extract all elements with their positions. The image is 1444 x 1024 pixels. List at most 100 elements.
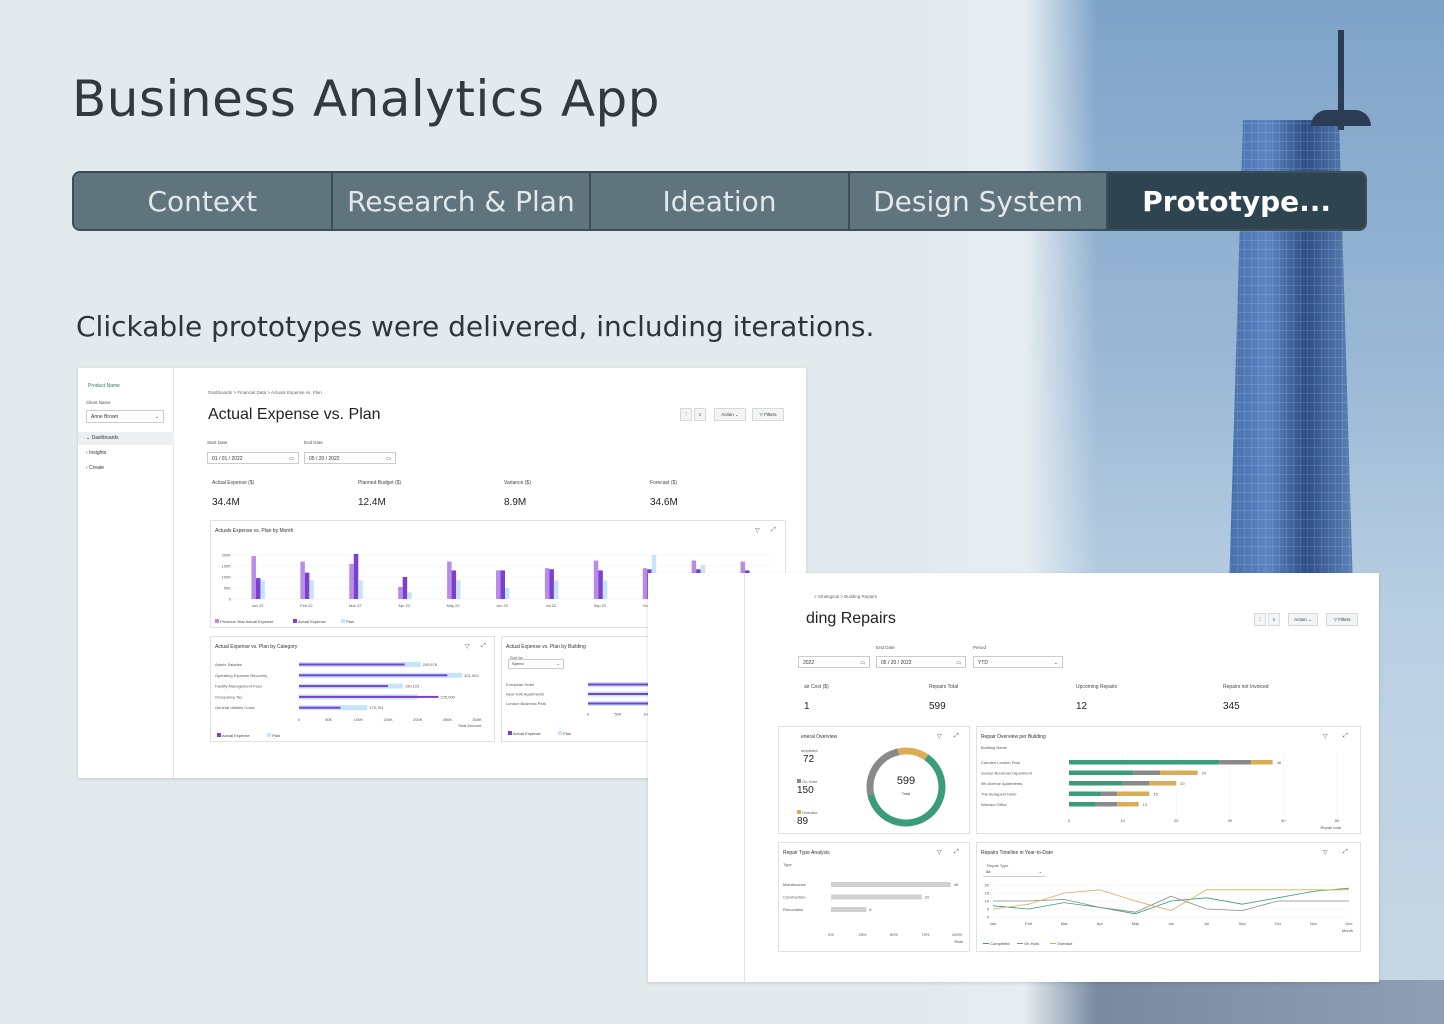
tab-context[interactable]: Context	[74, 173, 333, 229]
bar-value-label: 20	[1180, 781, 1185, 786]
row-label: New York Apartments	[506, 692, 544, 697]
stack-segment	[1219, 760, 1252, 765]
tab-ideation[interactable]: Ideation	[591, 173, 850, 229]
section-subtitle: Clickable prototypes were delivered, inc…	[76, 310, 875, 343]
client-select[interactable]: Anne Brown ⌄	[86, 410, 164, 423]
repair-per-building-card: Repair Overview per Building ▽ ⤢ Buildin…	[976, 726, 1361, 834]
bar	[300, 561, 305, 599]
list-view-icon[interactable]: ≡	[1268, 613, 1280, 626]
bar	[831, 894, 922, 900]
tab-research-plan[interactable]: Research & Plan	[333, 173, 592, 229]
donut-segment	[897, 747, 929, 761]
period-label: Period	[973, 645, 987, 650]
repair-timeline-line-chart: 20 15 10 5 0Jan Feb Mar Apr May Jun Jul Sep Oct Nov De…	[985, 883, 1353, 934]
x-axis-label: Month	[1342, 928, 1353, 933]
x-tick-label: Jan 22	[251, 603, 264, 608]
client-label: Client Name	[86, 400, 111, 405]
row-label: Maintenance	[783, 882, 807, 887]
stack-segment	[1095, 802, 1118, 807]
y-tick-label: 15	[985, 891, 990, 896]
kpi-value: 12	[1076, 701, 1088, 712]
bar	[553, 580, 559, 599]
y-tick-label: 5	[987, 907, 990, 912]
legend-item: Plan	[558, 731, 571, 736]
x-tick-label: Sep 22	[593, 603, 606, 608]
x-tick-label: 0	[1068, 818, 1071, 823]
repairs-dashboard-screenshot: > Strategical > Building Repairs ding Re…	[648, 573, 1379, 982]
bar	[402, 577, 408, 599]
y-tick-label: 0	[987, 915, 990, 920]
actual-bar	[299, 663, 405, 666]
calendar-icon: ▭	[289, 456, 294, 462]
dashboard-heading: Actual Expense vs. Plan	[208, 406, 381, 423]
kpi-label: Upcoming Repairs	[1076, 684, 1118, 690]
kpi-value: 599	[929, 701, 946, 712]
kpi-label: Planned Budget ($)	[358, 480, 402, 486]
period-select[interactable]: YTD ⌄	[973, 656, 1063, 668]
end-date-input[interactable]: 05 / 20 / 2022 ▭	[876, 656, 966, 668]
stack-segment	[1122, 781, 1150, 786]
x-tick-label: 40	[1281, 818, 1286, 823]
tab-design-system[interactable]: Design System	[850, 173, 1109, 229]
x-tick-label: 25%	[858, 932, 866, 937]
x-tick-label: 75%	[921, 932, 929, 937]
action-button[interactable]: Action ⌄	[1288, 613, 1318, 626]
bar-value-label: 22	[925, 895, 930, 900]
kpi-label: Repairs not Invoiced	[1223, 684, 1269, 690]
kpi-value: 34.4M	[212, 497, 240, 508]
x-axis-label: Rate	[955, 939, 964, 944]
sidebar-item-dashboards[interactable]: ⌄ Dashboards	[78, 432, 174, 445]
kpi-label: Forecast ($)	[650, 480, 677, 486]
chevron-down-icon: ⌄	[154, 414, 159, 420]
calendar-icon: ▭	[956, 660, 961, 666]
repairs-donut-chart	[866, 747, 946, 827]
bar-value-label: 8	[869, 907, 872, 912]
start-date-input[interactable]: 2022 ▭	[798, 656, 870, 668]
bar	[544, 568, 550, 599]
sidebar-item-create[interactable]: › Create	[78, 462, 174, 475]
start-date-input[interactable]: 01 / 01 / 2022 ▭	[207, 452, 299, 464]
chart-view-icon[interactable]: ⫶	[680, 408, 692, 421]
row-label: Occupancy Tax	[215, 694, 242, 699]
list-view-icon[interactable]: ≡	[694, 408, 706, 421]
row-label: Sunset Boulevard Apartment	[981, 771, 1033, 776]
x-tick-label: Jul 22	[546, 603, 557, 608]
y-tick-label: 10	[985, 899, 990, 904]
x-tick-label: May	[1132, 921, 1140, 926]
x-tick-label: Oct	[1275, 921, 1282, 926]
bar	[255, 578, 261, 599]
kpi-value: 1	[804, 701, 810, 712]
action-button[interactable]: Action ⌄	[714, 408, 746, 421]
filters-button[interactable]: ▽ Filters	[752, 408, 784, 421]
chevron-down-icon: ⌄	[1053, 660, 1058, 666]
end-date-input[interactable]: 05 / 20 / 2022 ▭	[304, 452, 396, 464]
chart-view-icon[interactable]: ⫶	[1254, 613, 1266, 626]
row-label: London Business Park	[506, 701, 546, 706]
x-tick-label: Jun 22	[496, 603, 509, 608]
x-tick-label: May 22	[447, 603, 461, 608]
bar	[260, 580, 265, 599]
legend-item: Actual Expense	[217, 733, 250, 738]
tab-prototype[interactable]: Prototype...	[1108, 173, 1365, 229]
x-tick-label: Jul	[1204, 921, 1209, 926]
repair-type-bar-chart: Maintenance 46 Construction 22 Renovation 8 0%…	[783, 882, 964, 944]
x-tick-label: Feb	[1025, 921, 1033, 926]
end-date-label: End Date	[876, 645, 895, 650]
x-tick-label: 0	[298, 717, 301, 722]
bar	[407, 592, 412, 599]
stack-segment	[1133, 770, 1161, 775]
bar	[642, 568, 648, 599]
x-tick-label: 0%	[828, 932, 834, 937]
bar-value-label: 13	[1143, 802, 1148, 807]
y-tick-label: 200K	[222, 553, 232, 558]
product-name: Product Name	[88, 383, 120, 389]
sidebar-item-insights[interactable]: › Insights	[78, 447, 174, 460]
filters-button[interactable]: ▽ Filters	[1326, 613, 1358, 626]
actual-bar	[299, 685, 388, 688]
x-tick-label: 200K	[413, 717, 423, 722]
row-label: General Utilities Costs	[215, 705, 255, 710]
x-tick-label: 100K	[354, 717, 364, 722]
bar	[831, 907, 867, 912]
general-overview-card: eneral Overview ▽ ⤢ ompleted 72 On Hold …	[778, 726, 970, 834]
x-tick-label: 150K	[383, 717, 393, 722]
